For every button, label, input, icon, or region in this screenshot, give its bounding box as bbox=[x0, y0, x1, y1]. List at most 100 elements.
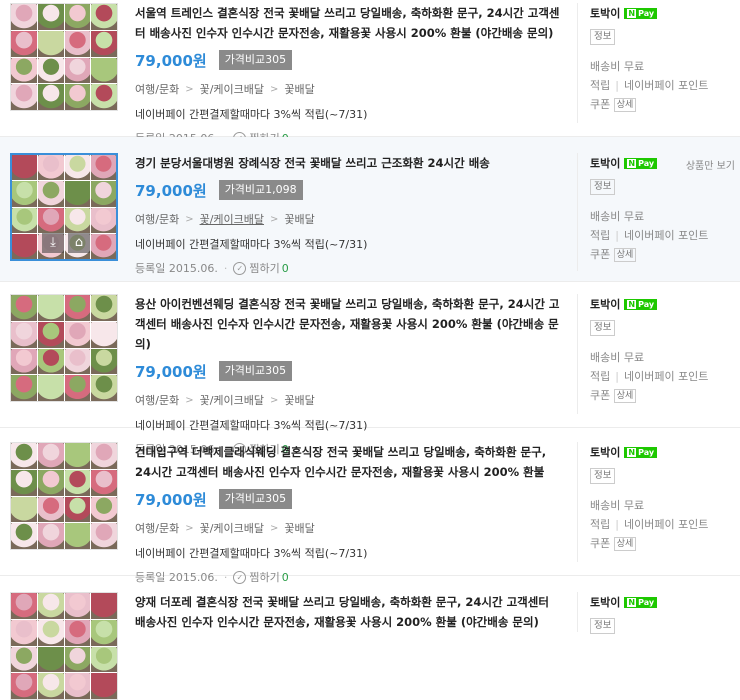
points-label: 적립 bbox=[590, 370, 611, 383]
category-level1[interactable]: 여행/문화 bbox=[135, 81, 179, 97]
points-value: 네이버페이 포인트 bbox=[623, 370, 709, 383]
category-breadcrumb: 여행/문화 > 꽃/케이크배달 > 꽃배달 bbox=[135, 81, 560, 97]
chevron-right-icon: > bbox=[270, 213, 279, 225]
product-title[interactable]: 건대입구역 더백제클래식웨딩 결혼식장 전국 꽃배달 쓰리고 당일배송, 축하화… bbox=[135, 442, 560, 482]
check-circle-icon[interactable]: ✓ bbox=[233, 261, 247, 275]
coupon-label: 쿠폰 bbox=[590, 248, 611, 261]
category-level3[interactable]: 꽃배달 bbox=[284, 211, 314, 227]
divider bbox=[577, 3, 578, 123]
category-breadcrumb: 여행/문화 > 꽃/케이크배달 > 꽃배달 bbox=[135, 392, 560, 408]
product-item: 용산 아이컨벤션웨딩 결혼식장 전국 꽃배달 쓰리고 당일배송, 축하화환 문구… bbox=[0, 282, 740, 456]
shipping-label: 배송비 bbox=[590, 351, 621, 364]
product-price[interactable]: 79,000원 bbox=[135, 361, 207, 382]
category-breadcrumb: 여행/문화 > 꽃/케이크배달 > 꽃배달 bbox=[135, 520, 560, 536]
category-level2[interactable]: 꽃/케이크배달 bbox=[200, 520, 264, 536]
product-thumbnail[interactable] bbox=[10, 3, 118, 111]
product-item: 양재 더포레 결혼식장 전국 꽃배달 쓰리고 당일배송, 축하화환 문구, 24… bbox=[0, 576, 740, 700]
coupon-label: 쿠폰 bbox=[590, 537, 611, 550]
product-title[interactable]: 용산 아이컨벤션웨딩 결혼식장 전국 꽃배달 쓰리고 당일배송, 축하화환 문구… bbox=[135, 294, 560, 354]
npay-badge: N Pay bbox=[624, 7, 658, 19]
product-only-view-link[interactable]: 상품만 보기 bbox=[686, 157, 735, 172]
product-title[interactable]: 서울역 트레인스 결혼식장 전국 꽃배달 쓰리고 당일배송, 축하화환 문구, … bbox=[135, 3, 560, 43]
npay-point-info: 네이버페이 간편결제할때마다 3%씩 적립(~7/31) bbox=[135, 547, 368, 560]
shipping-value: 무료 bbox=[623, 60, 645, 73]
shipping-label: 배송비 bbox=[590, 499, 621, 512]
npay-point-info: 네이버페이 간편결제할때마다 3%씩 적립(~7/31) bbox=[135, 238, 368, 251]
chevron-right-icon: > bbox=[185, 83, 194, 95]
seller-info-button[interactable]: 정보 bbox=[590, 618, 616, 634]
category-level2[interactable]: 꽃/케이크배달 bbox=[200, 392, 264, 408]
product-item: 건대입구역 더백제클래식웨딩 결혼식장 전국 꽃배달 쓰리고 당일배송, 축하화… bbox=[0, 428, 740, 584]
category-level1[interactable]: 여행/문화 bbox=[135, 211, 179, 227]
shipping-label: 배송비 bbox=[590, 210, 621, 223]
bell-icon[interactable]: ⌂ bbox=[68, 233, 90, 253]
product-price[interactable]: 79,000원 bbox=[135, 489, 207, 510]
category-level2[interactable]: 꽃/케이크배달 bbox=[200, 81, 264, 97]
coupon-label: 쿠폰 bbox=[590, 98, 611, 111]
price-compare-button[interactable]: 가격비교305 bbox=[218, 50, 293, 70]
chevron-right-icon: > bbox=[270, 522, 279, 534]
chevron-right-icon: > bbox=[185, 213, 194, 225]
category-level1[interactable]: 여행/문화 bbox=[135, 520, 179, 536]
seller-info-button[interactable]: 정보 bbox=[590, 468, 616, 484]
category-level3[interactable]: 꽃배달 bbox=[284, 81, 314, 97]
product-title[interactable]: 양재 더포레 결혼식장 전국 꽃배달 쓰리고 당일배송, 축하화환 문구, 24… bbox=[135, 592, 560, 632]
coupon-detail-button[interactable]: 상세 bbox=[613, 248, 637, 262]
product-thumbnail[interactable] bbox=[10, 442, 118, 550]
shipping-value: 무료 bbox=[623, 351, 645, 364]
price-compare-button[interactable]: 가격비교305 bbox=[218, 489, 293, 509]
category-breadcrumb: 여행/문화 > 꽃/케이크배달 > 꽃배달 bbox=[135, 211, 560, 227]
divider bbox=[577, 153, 578, 271]
npay-point-info: 네이버페이 간편결제할때마다 3%씩 적립(~7/31) bbox=[135, 108, 368, 121]
npay-badge: N Pay bbox=[624, 298, 658, 310]
seller-info-button[interactable]: 정보 bbox=[590, 29, 616, 45]
category-level3[interactable]: 꽃배달 bbox=[284, 520, 314, 536]
points-label: 적립 bbox=[590, 79, 611, 92]
chevron-right-icon: > bbox=[185, 394, 194, 406]
shipping-value: 무료 bbox=[623, 499, 645, 512]
category-level3[interactable]: 꽃배달 bbox=[284, 392, 314, 408]
npay-badge: N Pay bbox=[624, 596, 658, 608]
seller-name[interactable]: 토박이 bbox=[590, 5, 620, 21]
seller-name[interactable]: 토박이 bbox=[590, 594, 620, 610]
divider bbox=[577, 442, 578, 562]
zzim-count: 0 bbox=[281, 261, 289, 275]
price-compare-button[interactable]: 가격비교305 bbox=[218, 361, 293, 381]
chevron-right-icon: > bbox=[185, 522, 194, 534]
registration-date: 등록일 2015.06. bbox=[135, 262, 218, 275]
coupon-detail-button[interactable]: 상세 bbox=[613, 537, 637, 551]
divider bbox=[577, 592, 578, 632]
coupon-label: 쿠폰 bbox=[590, 389, 611, 402]
points-label: 적립 bbox=[590, 229, 611, 242]
seller-name[interactable]: 토박이 bbox=[590, 155, 620, 171]
price-compare-button[interactable]: 가격비교1,098 bbox=[218, 180, 303, 200]
zzim-button[interactable]: 찜하기 bbox=[249, 260, 279, 276]
seller-info-button[interactable]: 정보 bbox=[590, 179, 616, 195]
points-value: 네이버페이 포인트 bbox=[623, 229, 709, 242]
coupon-detail-button[interactable]: 상세 bbox=[613, 98, 637, 112]
product-item: 서울역 트레인스 결혼식장 전국 꽃배달 쓰리고 당일배송, 축하화환 문구, … bbox=[0, 0, 740, 145]
product-price[interactable]: 79,000원 bbox=[135, 50, 207, 71]
category-level2[interactable]: 꽃/케이크배달 bbox=[200, 211, 264, 227]
chevron-right-icon: > bbox=[270, 83, 279, 95]
product-thumbnail[interactable] bbox=[10, 592, 118, 700]
product-title[interactable]: 경기 분당서울대병원 장례식장 전국 꽃배달 쓰리고 근조화환 24시간 배송 bbox=[135, 153, 560, 173]
chevron-right-icon: > bbox=[270, 394, 279, 406]
product-price[interactable]: 79,000원 bbox=[135, 180, 207, 201]
category-level1[interactable]: 여행/문화 bbox=[135, 392, 179, 408]
download-icon[interactable]: ⤓ bbox=[42, 233, 64, 253]
shipping-value: 무료 bbox=[623, 210, 645, 223]
seller-info-button[interactable]: 정보 bbox=[590, 320, 616, 336]
npay-badge: N Pay bbox=[624, 446, 658, 458]
points-value: 네이버페이 포인트 bbox=[623, 79, 709, 92]
points-value: 네이버페이 포인트 bbox=[623, 518, 709, 531]
divider bbox=[577, 294, 578, 414]
product-thumbnail[interactable]: ⤓ ⌂ bbox=[10, 153, 118, 261]
product-thumbnail[interactable] bbox=[10, 294, 118, 402]
coupon-detail-button[interactable]: 상세 bbox=[613, 389, 637, 403]
seller-name[interactable]: 토박이 bbox=[590, 444, 620, 460]
shipping-label: 배송비 bbox=[590, 60, 621, 73]
seller-name[interactable]: 토박이 bbox=[590, 296, 620, 312]
product-item: ⤓ ⌂ 경기 분당서울대병원 장례식장 전국 꽃배달 쓰리고 근조화환 24시간… bbox=[0, 137, 740, 282]
npay-badge: N Pay bbox=[624, 157, 658, 169]
